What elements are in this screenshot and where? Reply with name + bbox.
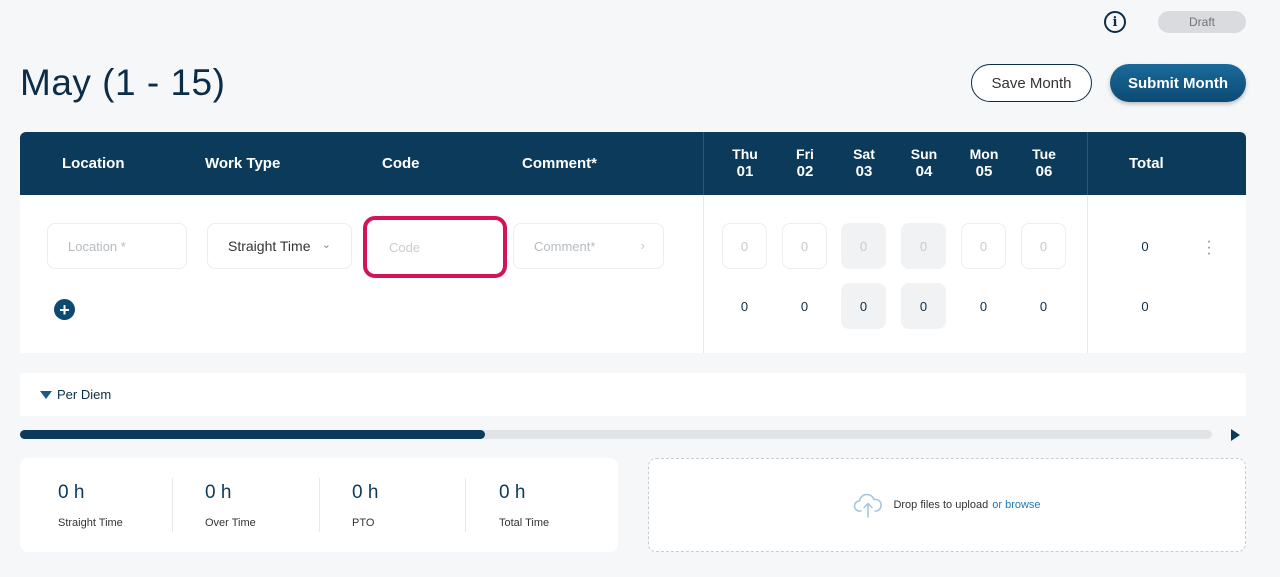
column-divider	[1087, 132, 1088, 195]
summary-label: Over Time	[205, 517, 256, 529]
summary-pto: 0 h PTO	[314, 458, 461, 552]
day-input-tue-06[interactable]: 0	[1021, 223, 1066, 269]
day-header-thu-01: Thu 01	[732, 146, 758, 180]
comment-placeholder: Comment*	[534, 238, 596, 254]
save-month-button[interactable]: Save Month	[971, 64, 1092, 102]
summary-value: 0 h	[352, 482, 379, 503]
day-total-fri-02: 0	[800, 298, 809, 314]
column-header-comment: Comment*	[522, 155, 598, 172]
day-header-sat-03: Sat 03	[853, 146, 875, 180]
column-divider	[703, 132, 704, 195]
chevron-down-icon: ⌄	[321, 239, 331, 251]
submit-month-button[interactable]: Submit Month	[1110, 64, 1246, 102]
location-input[interactable]: Location *	[47, 223, 187, 269]
column-divider	[1087, 195, 1088, 353]
browse-link[interactable]: or browse	[992, 499, 1040, 511]
code-input[interactable]: Code	[363, 216, 507, 278]
horizontal-scrollbar[interactable]	[20, 430, 1212, 439]
day-input-fri-02[interactable]: 0	[782, 223, 827, 269]
column-header-work-type: Work Type	[205, 155, 281, 172]
day-input-mon-05[interactable]: 0	[961, 223, 1006, 269]
day-header-tue-06: Tue 06	[1032, 146, 1056, 180]
day-header-mon-05: Mon 05	[969, 146, 999, 180]
day-total-sun-04: 0	[901, 283, 946, 329]
day-total-sat-03: 0	[841, 283, 886, 329]
per-diem-label: Per Diem	[57, 387, 112, 402]
day-input-sun-04[interactable]: 0	[901, 223, 946, 269]
row-total: 0	[1141, 239, 1149, 254]
day-input-sat-03[interactable]: 0	[841, 223, 886, 269]
day-total-thu-01: 0	[740, 298, 749, 314]
per-diem-toggle[interactable]: Per Diem	[20, 373, 1246, 416]
summary-value: 0 h	[499, 482, 526, 503]
day-header-fri-02: Fri 02	[796, 146, 814, 180]
comment-input[interactable]: Comment* ›	[513, 223, 664, 269]
summary-label: Straight Time	[58, 517, 123, 529]
scroll-right-icon[interactable]	[1231, 429, 1240, 441]
day-total-tue-06: 0	[1039, 298, 1048, 314]
column-header-code: Code	[382, 155, 420, 172]
grand-total: 0	[1141, 299, 1149, 314]
add-row-button[interactable]: +	[54, 299, 75, 320]
more-options-icon[interactable]: · · ·	[1206, 234, 1212, 262]
work-type-value: Straight Time	[228, 238, 311, 254]
cloud-upload-icon	[854, 493, 883, 518]
timesheet-body: Location * Straight Time ⌄ Code Comment*…	[20, 195, 1246, 353]
summary-value: 0 h	[58, 482, 85, 503]
summary-label: Total Time	[499, 517, 550, 529]
summary-total-time: 0 h Total Time	[461, 458, 608, 552]
work-type-select[interactable]: Straight Time ⌄	[207, 223, 352, 269]
summary-straight-time: 0 h Straight Time	[20, 458, 167, 552]
column-divider	[703, 195, 704, 353]
scrollbar-thumb[interactable]	[20, 430, 485, 439]
status-badge: Draft	[1158, 11, 1246, 33]
summary-over-time: 0 h Over Time	[167, 458, 314, 552]
summary-label: PTO	[352, 517, 375, 529]
summary-value: 0 h	[205, 482, 232, 503]
info-icon[interactable]: i	[1104, 11, 1126, 33]
day-total-mon-05: 0	[979, 298, 988, 314]
time-summary: 0 h Straight Time 0 h Over Time 0 h PTO …	[20, 458, 618, 552]
file-drop-zone[interactable]: Drop files to upload or browse	[648, 458, 1246, 552]
page-title: May (1 - 15)	[20, 62, 226, 103]
upload-text: Drop files to upload	[893, 499, 989, 511]
day-input-thu-01[interactable]: 0	[722, 223, 767, 269]
timesheet-header: Location Work Type Code Comment* Thu 01 F…	[20, 132, 1246, 195]
day-header-sun-04: Sun 04	[910, 146, 938, 180]
caret-down-icon	[40, 390, 52, 399]
chevron-right-icon: ›	[640, 238, 645, 253]
column-header-total: Total	[1129, 155, 1164, 172]
column-header-location: Location	[62, 155, 125, 172]
